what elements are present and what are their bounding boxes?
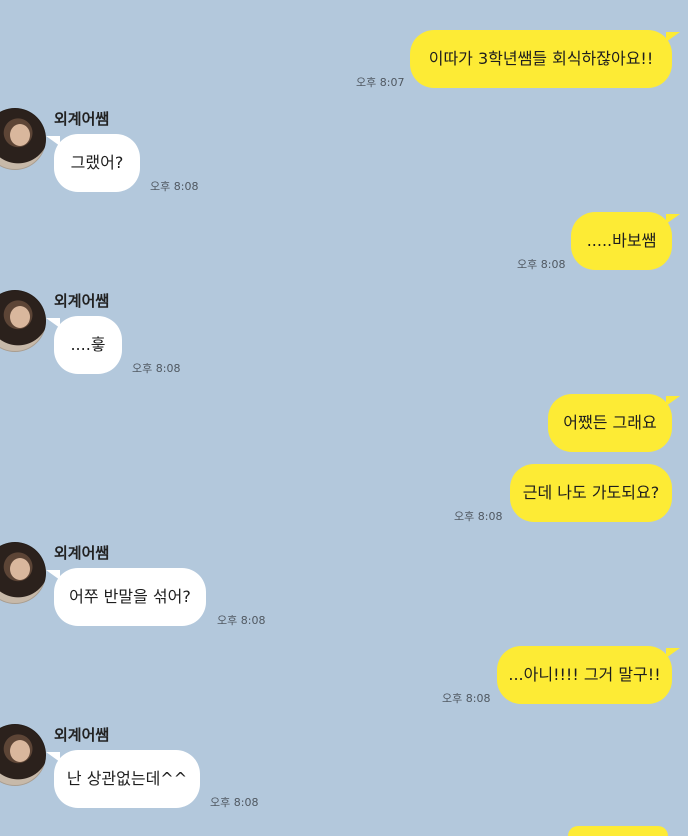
my-message-bubble[interactable]: 이따가 3학년쌤들 회식하잖아요!! <box>410 30 672 88</box>
their-message-bubble[interactable]: 난 상관없는데^^ <box>54 750 200 808</box>
their-message-bubble[interactable]: ....흫 <box>54 316 122 374</box>
message-text: ....흫 <box>70 335 106 354</box>
message-text: 난 상관없는데^^ <box>66 769 188 788</box>
message-text: .....바보쌤 <box>586 231 657 250</box>
my-message-bubble-partial[interactable] <box>568 826 668 836</box>
my-message-bubble[interactable]: ...아니!!!! 그거 말구!! <box>497 646 672 704</box>
sender-name: 외계어쌤 <box>54 726 110 744</box>
message-time: 오후 8:08 <box>132 362 181 375</box>
their-message-bubble[interactable]: 그랬어? <box>54 134 140 192</box>
sender-name: 외계어쌤 <box>54 110 110 128</box>
my-message-bubble[interactable]: 근데 나도 가도되요? <box>510 464 672 522</box>
my-message-bubble[interactable]: .....바보쌤 <box>571 212 672 270</box>
my-bubble-tail <box>666 396 680 406</box>
my-bubble-tail <box>666 648 680 658</box>
message-time: 오후 8:08 <box>517 258 566 271</box>
my-bubble-tail <box>666 214 680 224</box>
message-text: 어쨌든 그래요 <box>563 413 657 432</box>
message-text: ...아니!!!! 그거 말구!! <box>508 665 661 684</box>
my-bubble-tail <box>666 32 680 42</box>
message-text: 이따가 3학년쌤들 회식하잖아요!! <box>428 49 654 68</box>
sender-name: 외계어쌤 <box>54 544 110 562</box>
message-time: 오후 8:08 <box>454 510 503 523</box>
chat-room: 이따가 3학년쌤들 회식하잖아요!! 오후 8:07 외계어쌤 그랬어? 오후 … <box>0 0 688 836</box>
message-time: 오후 8:08 <box>210 796 259 809</box>
message-text: 그랬어? <box>70 153 124 172</box>
my-message-bubble[interactable]: 어쨌든 그래요 <box>548 394 672 452</box>
message-text: 어쭈 반말을 섞어? <box>69 587 191 606</box>
avatar[interactable] <box>0 108 46 170</box>
avatar[interactable] <box>0 290 46 352</box>
message-text: 근데 나도 가도되요? <box>522 483 660 502</box>
message-time: 오후 8:07 <box>356 76 405 89</box>
avatar[interactable] <box>0 542 46 604</box>
message-time: 오후 8:08 <box>150 180 199 193</box>
message-time: 오후 8:08 <box>217 614 266 627</box>
avatar[interactable] <box>0 724 46 786</box>
their-message-bubble[interactable]: 어쭈 반말을 섞어? <box>54 568 206 626</box>
message-time: 오후 8:08 <box>442 692 491 705</box>
sender-name: 외계어쌤 <box>54 292 110 310</box>
